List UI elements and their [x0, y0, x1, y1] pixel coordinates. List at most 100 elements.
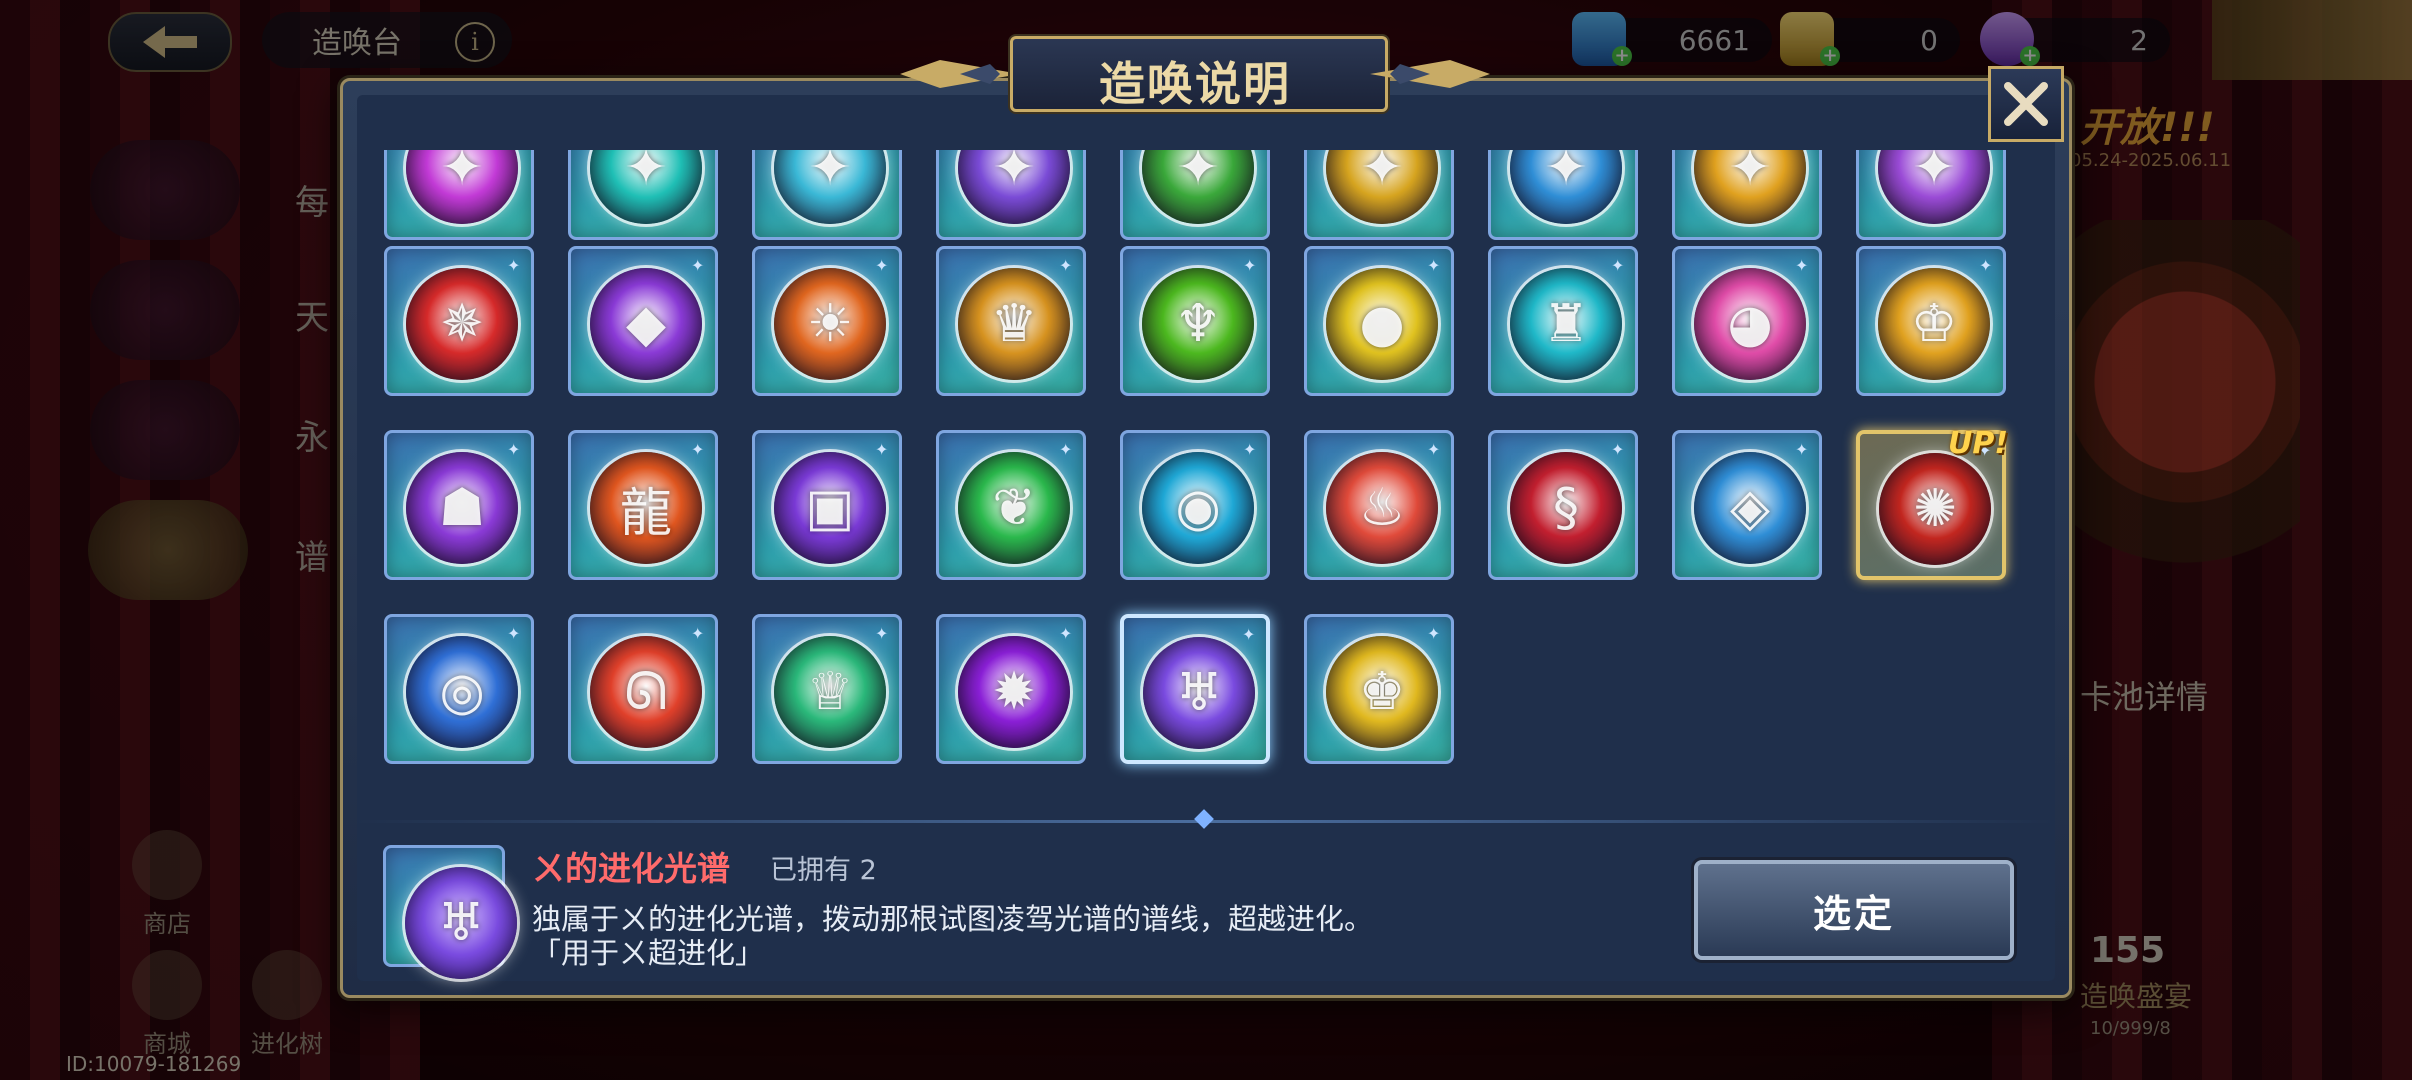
- item-glyph-icon: 龍: [619, 483, 672, 544]
- item-slot[interactable]: ▣ ✦: [752, 430, 902, 580]
- sparkle-icon: ✦: [1427, 440, 1441, 459]
- item-glyph-icon: ✦: [440, 150, 484, 198]
- sparkle-icon: ✦: [507, 256, 521, 275]
- sparkle-icon: ✦: [1427, 624, 1441, 643]
- item-glyph-icon: ♆: [1174, 294, 1222, 354]
- sparkle-icon: ✦: [1611, 256, 1625, 275]
- item-slot[interactable]: ✦✦: [1120, 150, 1270, 240]
- item-slot[interactable]: ☀ ✦: [752, 246, 902, 396]
- item-slot[interactable]: ✦✦: [568, 150, 718, 240]
- item-slot[interactable]: ● ✦: [1304, 246, 1454, 396]
- select-button[interactable]: 选定: [1694, 860, 2014, 960]
- item-slot[interactable]: ✦✦: [1488, 150, 1638, 240]
- item-slot[interactable]: ♔ ✦: [1856, 246, 2006, 396]
- item-slot[interactable]: ◈ ✦: [1672, 430, 1822, 580]
- item-orb: ♛: [958, 268, 1070, 380]
- item-grid[interactable]: ✦✦✦✦✦✦✦✦✦✦✦✦✦✦✦✦✦✦✵✦◆✦☀✦♛✦♆✦●✦♜✦◕✦♔✦☗✦龍✦…: [354, 150, 2064, 810]
- item-glyph-icon: ✺: [1913, 479, 1957, 539]
- item-glyph-icon: ♨: [1358, 478, 1406, 538]
- item-glyph-icon: ☗: [438, 478, 486, 538]
- item-orb: ✦: [1142, 150, 1254, 224]
- item-slot[interactable]: ᘏ ✦: [568, 614, 718, 764]
- detail-item-icon: ♅: [383, 845, 517, 979]
- item-orb: ❦: [958, 452, 1070, 564]
- item-owned-count: 已拥有 2: [770, 855, 877, 886]
- sparkle-icon: ✦: [1427, 256, 1441, 275]
- item-slot[interactable]: ◉ ✦: [1120, 430, 1270, 580]
- item-glyph-icon: ♚: [1358, 662, 1406, 722]
- item-slot[interactable]: ✦✦: [752, 150, 902, 240]
- up-badge: UP!: [1947, 426, 2008, 461]
- item-glyph-icon: ❦: [992, 478, 1036, 538]
- item-orb: ◆: [590, 268, 702, 380]
- sparkle-icon: ✦: [1243, 440, 1257, 459]
- item-orb: ♚: [1326, 636, 1438, 748]
- item-glyph-icon: ✦: [1912, 150, 1956, 198]
- item-orb: ✦: [590, 150, 702, 224]
- item-slot[interactable]: ✦✦: [1672, 150, 1822, 240]
- item-slot[interactable]: ✦✦: [1856, 150, 2006, 240]
- item-slot[interactable]: ✵ ✦: [384, 246, 534, 396]
- detail-orb: ♅: [405, 867, 517, 979]
- item-slot[interactable]: ✦✦: [384, 150, 534, 240]
- item-glyph-icon: ✵: [440, 294, 484, 354]
- item-glyph-icon: ✦: [1176, 150, 1220, 198]
- item-orb: ☀: [774, 268, 886, 380]
- item-glyph-icon: §: [1553, 478, 1579, 538]
- item-slot[interactable]: ♨ ✦: [1304, 430, 1454, 580]
- item-slot[interactable]: ◎ ✦: [384, 614, 534, 764]
- spectrum-icon: ♅: [437, 893, 485, 953]
- item-glyph-icon: ◆: [626, 294, 666, 354]
- item-slot[interactable]: ♆ ✦: [1120, 246, 1270, 396]
- item-orb: ✹: [958, 636, 1070, 748]
- sparkle-icon: ✦: [691, 624, 705, 643]
- item-glyph-icon: ◈: [1730, 478, 1770, 538]
- item-glyph-icon: ✦: [808, 150, 852, 198]
- item-orb: ◈: [1694, 452, 1806, 564]
- item-slot[interactable]: ✦✦: [936, 150, 1086, 240]
- close-button[interactable]: [1988, 66, 2064, 142]
- item-slot[interactable]: ☗ ✦: [384, 430, 534, 580]
- item-glyph-icon: ♔: [1910, 294, 1958, 354]
- item-glyph-icon: ♛: [990, 294, 1038, 354]
- item-glyph-icon: ◎: [439, 662, 485, 722]
- item-glyph-icon: ♕: [806, 662, 854, 722]
- sparkle-icon: ✦: [1243, 256, 1257, 275]
- item-slot[interactable]: ♜ ✦: [1488, 246, 1638, 396]
- item-glyph-icon: ◕: [1727, 294, 1773, 354]
- item-glyph-icon: ✹: [992, 662, 1036, 722]
- sparkle-icon: ✦: [875, 440, 889, 459]
- item-slot[interactable]: ♅ ✦: [1120, 614, 1270, 764]
- item-slot[interactable]: ✹ ✦: [936, 614, 1086, 764]
- sparkle-icon: ✦: [691, 440, 705, 459]
- item-glyph-icon: ✦: [992, 150, 1036, 198]
- item-orb: ᘏ: [590, 636, 702, 748]
- item-orb: ◎: [406, 636, 518, 748]
- sparkle-icon: ✦: [691, 256, 705, 275]
- item-orb: §: [1510, 452, 1622, 564]
- item-slot[interactable]: ♕ ✦: [752, 614, 902, 764]
- item-glyph-icon: ●: [1359, 294, 1405, 354]
- item-slot[interactable]: ❦ ✦: [936, 430, 1086, 580]
- item-glyph-icon: ◉: [1175, 478, 1221, 538]
- item-slot[interactable]: ✦✦: [1304, 150, 1454, 240]
- item-slot[interactable]: ◕ ✦: [1672, 246, 1822, 396]
- sparkle-icon: ✦: [1611, 440, 1625, 459]
- item-orb: ✦: [774, 150, 886, 224]
- item-orb: ◕: [1694, 268, 1806, 380]
- item-slot[interactable]: ♚ ✦: [1304, 614, 1454, 764]
- item-orb: ♆: [1142, 268, 1254, 380]
- sparkle-icon: ✦: [875, 256, 889, 275]
- sparkle-icon: ✦: [1795, 256, 1809, 275]
- item-slot[interactable]: ♛ ✦: [936, 246, 1086, 396]
- item-orb: ♅: [1143, 637, 1255, 749]
- item-slot[interactable]: ✺ ✦ UP!: [1856, 426, 2008, 580]
- item-slot[interactable]: § ✦: [1488, 430, 1638, 580]
- item-orb: ▣: [774, 452, 886, 564]
- sparkle-icon: ✦: [1242, 625, 1256, 644]
- item-orb: ♔: [1878, 268, 1990, 380]
- item-slot[interactable]: 龍 ✦: [568, 430, 718, 580]
- item-name: ㄨ的进化光谱: [532, 849, 730, 888]
- item-slot[interactable]: ◆ ✦: [568, 246, 718, 396]
- item-orb: ✦: [958, 150, 1070, 224]
